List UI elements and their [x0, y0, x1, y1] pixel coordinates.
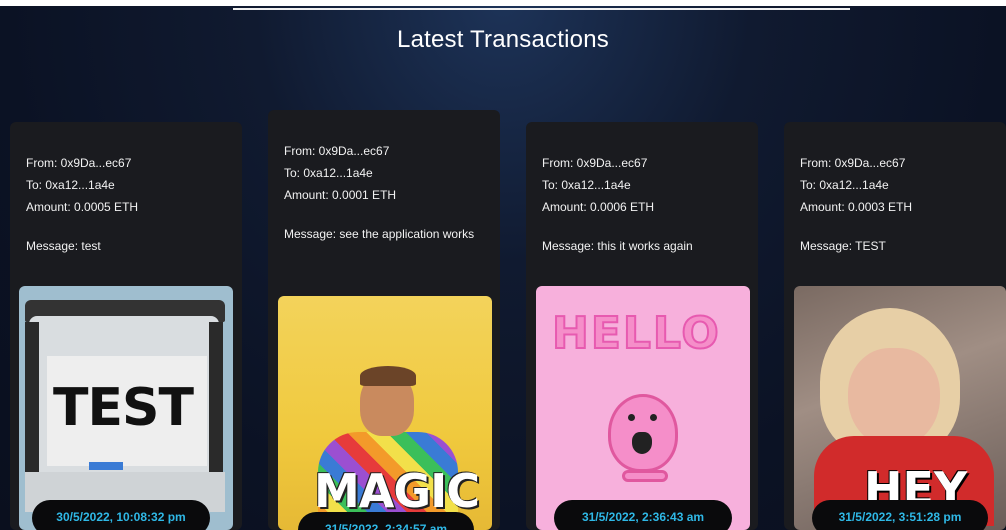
top-white-edge [0, 0, 1006, 6]
to-address: To: 0xa12...1a4e [284, 166, 373, 180]
transaction-info: From: 0x9Da...ec67 To: 0xa12...1a4e Amou… [284, 140, 488, 244]
timestamp-badge: 31/5/2022, 2:36:43 am [554, 500, 732, 530]
message: Message: see the application works [284, 227, 475, 241]
to-address: To: 0xa12...1a4e [26, 178, 115, 192]
transaction-card: From: 0x9Da...ec67 To: 0xa12...1a4e Amou… [784, 122, 1006, 530]
from-address: From: 0x9Da...ec67 [284, 144, 390, 158]
message: Message: TEST [800, 239, 886, 253]
message: Message: this it works again [542, 239, 693, 253]
timestamp-badge: 30/5/2022, 10:08:32 pm [32, 500, 210, 530]
to-address: To: 0xa12...1a4e [800, 178, 889, 192]
amount: Amount: 0.0005 ETH [26, 200, 139, 214]
amount: Amount: 0.0003 ETH [800, 200, 913, 214]
from-address: From: 0x9Da...ec67 [26, 156, 132, 170]
transaction-card: From: 0x9Da...ec67 To: 0xa12...1a4e Amou… [10, 122, 242, 530]
to-address: To: 0xa12...1a4e [542, 178, 631, 192]
from-address: From: 0x9Da...ec67 [542, 156, 648, 170]
transaction-gif: MAGIC [278, 296, 492, 530]
gif-caption: TEST [53, 378, 194, 438]
gif-caption: HELLO [551, 307, 721, 360]
amount: Amount: 0.0006 ETH [542, 200, 655, 214]
transaction-info: From: 0x9Da...ec67 To: 0xa12...1a4e Amou… [26, 152, 230, 256]
transaction-card: From: 0x9Da...ec67 To: 0xa12...1a4e Amou… [526, 122, 758, 530]
message: Message: test [26, 239, 101, 253]
page-title: Latest Transactions [397, 26, 609, 53]
transaction-gif: HELLO [536, 286, 750, 530]
transaction-info: From: 0x9Da...ec67 To: 0xa12...1a4e Amou… [542, 152, 746, 256]
timestamp-badge: 31/5/2022, 2:34:57 am [298, 512, 474, 530]
top-divider [233, 8, 850, 10]
transaction-gif: HEY [794, 286, 1006, 530]
gif-caption: MAGIC [314, 464, 480, 518]
transaction-card: From: 0x9Da...ec67 To: 0xa12...1a4e Amou… [268, 110, 500, 530]
from-address: From: 0x9Da...ec67 [800, 156, 906, 170]
amount: Amount: 0.0001 ETH [284, 188, 397, 202]
transaction-info: From: 0x9Da...ec67 To: 0xa12...1a4e Amou… [800, 152, 994, 256]
timestamp-badge: 31/5/2022, 3:51:28 pm [812, 500, 988, 530]
transaction-gif: TEST [19, 286, 233, 530]
